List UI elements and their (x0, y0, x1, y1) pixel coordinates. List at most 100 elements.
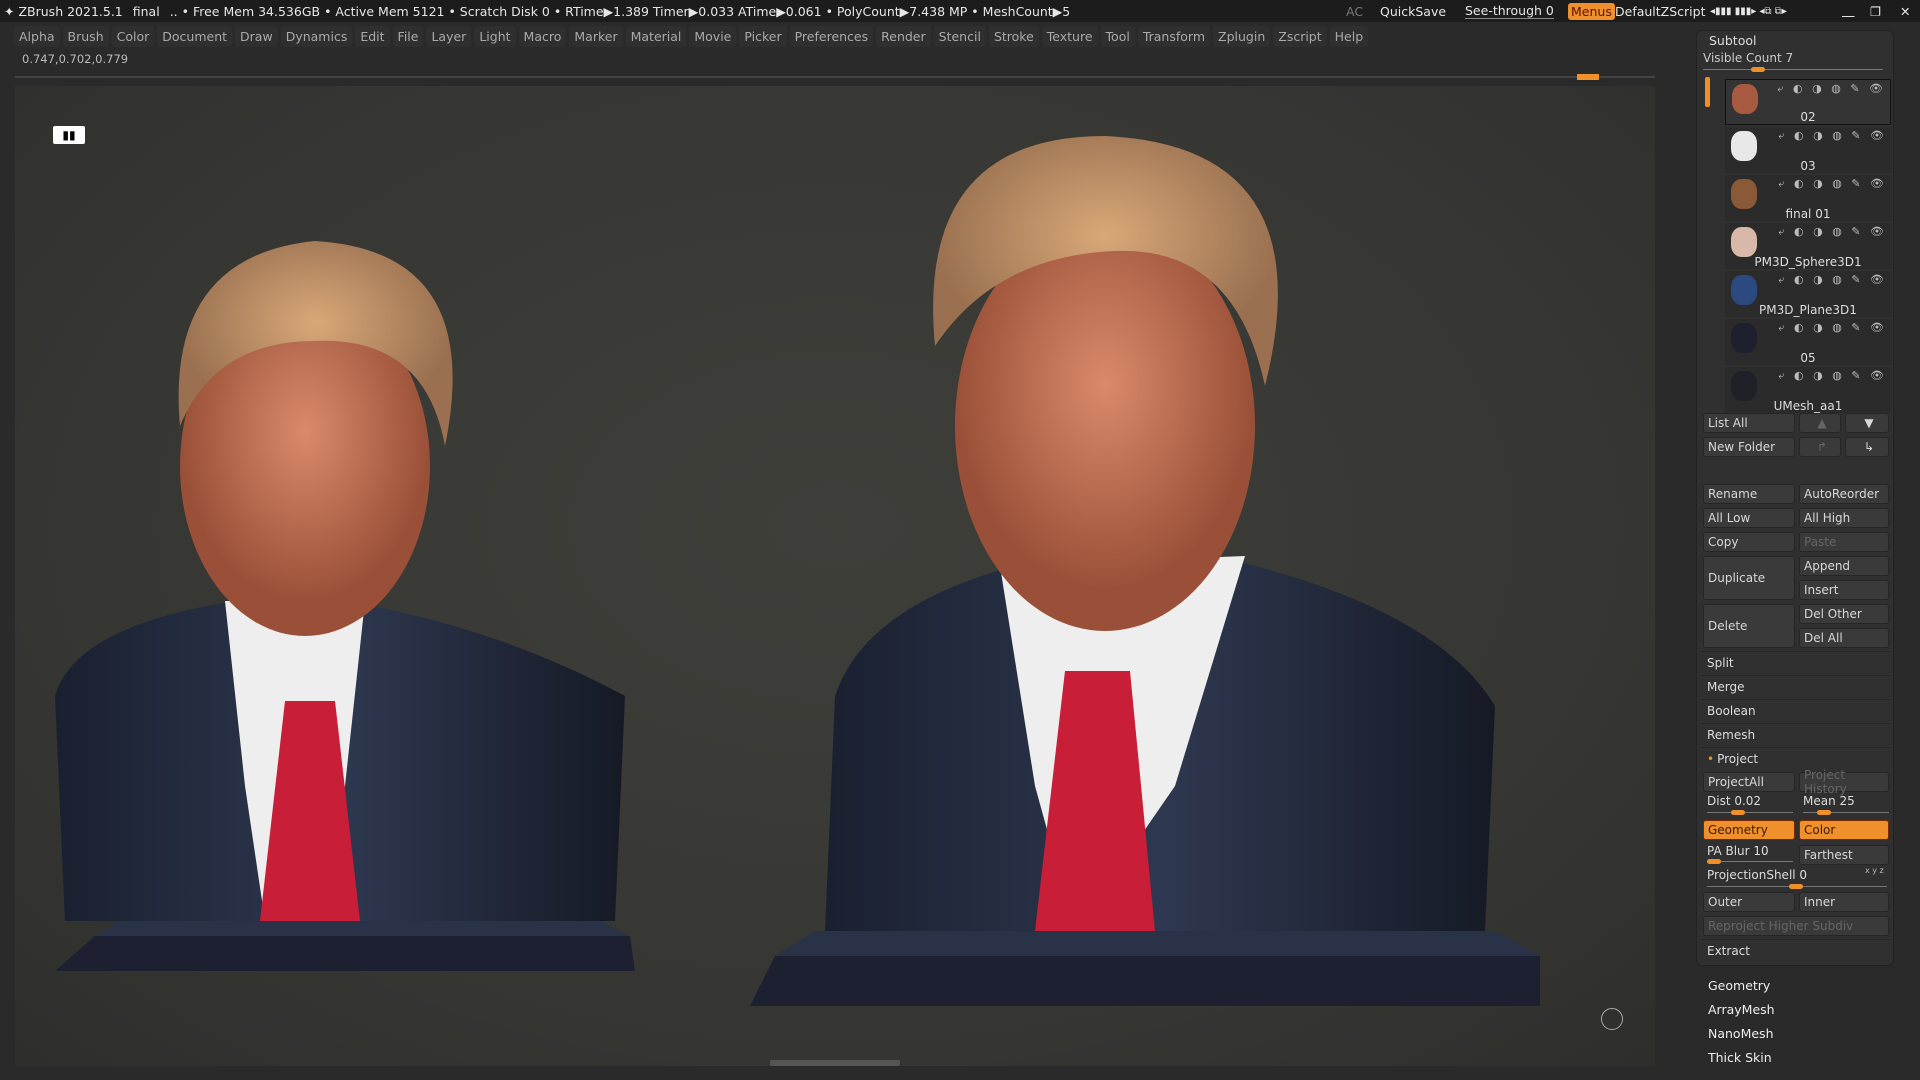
autoreorder-button[interactable]: AutoReorder (1799, 484, 1889, 504)
menu-picker[interactable]: Picker (739, 25, 787, 47)
move-into-folder-icon[interactable]: ↳ (1845, 437, 1889, 457)
subtool-item[interactable]: ⤶ ◐ ◑ ◍ ✎ 👁 PM3D_Sphere3D1 (1725, 223, 1891, 269)
menu-light[interactable]: Light (474, 25, 516, 47)
del-all-button[interactable]: Del All (1799, 628, 1889, 648)
menu-edit[interactable]: Edit (355, 25, 390, 47)
all-low-button[interactable]: All Low (1703, 508, 1795, 528)
arrow-up-icon[interactable]: ▲ (1799, 413, 1841, 433)
menu-transform[interactable]: Transform (1137, 25, 1211, 47)
layout-arrows-icon[interactable]: ◂▮▮▮ ▮▮▮▸ ◂⧉ ⧉▸ (1710, 6, 1787, 17)
all-high-button[interactable]: All High (1799, 508, 1889, 528)
menu-stroke[interactable]: Stroke (988, 25, 1039, 47)
paste-button[interactable]: Paste (1799, 532, 1889, 552)
dist-slider[interactable]: Dist 0.02 (1707, 794, 1761, 808)
subtool-palette: Subtool Visible Count 7 ⤶ ◐ ◑ ◍ ✎ 👁 02 ⤶ ◐… (1696, 30, 1894, 966)
move-folder-icon[interactable]: ↱ (1799, 437, 1841, 457)
duplicate-button[interactable]: Duplicate (1703, 556, 1795, 600)
mean-slider[interactable]: Mean 25 (1803, 794, 1855, 808)
menu-stencil[interactable]: Stencil (933, 25, 986, 47)
rename-button[interactable]: Rename (1703, 484, 1795, 504)
split-section[interactable]: Split (1701, 651, 1891, 673)
projection-shell-slider[interactable]: ProjectionShell 0 (1707, 868, 1807, 882)
new-folder-button[interactable]: New Folder (1703, 437, 1795, 457)
menu-draw[interactable]: Draw (235, 25, 278, 47)
delete-button[interactable]: Delete (1703, 604, 1795, 648)
minimize-icon[interactable]: ⎽ (1842, 3, 1855, 19)
merge-section[interactable]: Merge (1701, 675, 1891, 697)
arraymesh-subpalette[interactable]: ArrayMesh (1708, 1002, 1775, 1017)
insert-button[interactable]: Insert (1799, 580, 1889, 600)
outer-button[interactable]: Outer (1703, 892, 1795, 912)
geometry-subpalette[interactable]: Geometry (1708, 978, 1770, 993)
menu-file[interactable]: File (392, 25, 424, 47)
menu-zplugin[interactable]: Zplugin (1213, 25, 1271, 47)
subtool-item[interactable]: ⤶ ◐ ◑ ◍ ✎ 👁 final 01 (1725, 175, 1891, 221)
subtool-item[interactable]: ⤶ ◐ ◑ ◍ ✎ 👁 PM3D_Plane3D1 (1725, 271, 1891, 317)
menu-movie[interactable]: Movie (689, 25, 737, 47)
subtool-name: PM3D_Sphere3D1 (1754, 255, 1862, 269)
bust-left (55, 241, 635, 971)
extract-section[interactable]: Extract (1701, 939, 1891, 961)
default-zscript-button[interactable]: DefaultZScript (1615, 4, 1706, 19)
close-icon[interactable]: ✕ (1900, 4, 1910, 19)
visibility-eye-icon[interactable]: ⤶ ◐ ◑ ◍ ✎ 👁 (1778, 321, 1887, 335)
viewport-canvas[interactable]: ▮▮ (15, 86, 1655, 1066)
see-through-slider[interactable]: See-through 0 (1465, 3, 1554, 19)
nanomesh-subpalette[interactable]: NanoMesh (1708, 1026, 1774, 1041)
thick-skin-subpalette[interactable]: Thick Skin (1708, 1050, 1772, 1065)
inner-button[interactable]: Inner (1799, 892, 1889, 912)
menus-toggle[interactable]: Menus (1568, 2, 1615, 20)
visibility-eye-icon[interactable]: ⤶ ◐ ◑ ◍ ✎ 👁 (1778, 177, 1887, 191)
del-other-button[interactable]: Del Other (1799, 604, 1889, 624)
menu-document[interactable]: Document (157, 25, 233, 47)
subtool-item[interactable]: ⤶ ◐ ◑ ◍ ✎ 👁 05 (1725, 319, 1891, 365)
visibility-eye-icon[interactable]: ⤶ ◐ ◑ ◍ ✎ 👁 (1778, 129, 1887, 143)
menu-macro[interactable]: Macro (518, 25, 567, 47)
append-button[interactable]: Append (1799, 556, 1889, 576)
menu-texture[interactable]: Texture (1041, 25, 1098, 47)
restore-icon[interactable]: ❐ (1870, 4, 1881, 19)
project-section[interactable]: • Project (1701, 747, 1891, 769)
projectall-button[interactable]: ProjectAll (1703, 772, 1795, 792)
subtool-thumbnail (1731, 227, 1757, 257)
visibility-eye-icon[interactable]: ⤶ ◐ ◑ ◍ ✎ 👁 (1777, 82, 1886, 96)
menu-render[interactable]: Render (876, 25, 931, 47)
menu-brush[interactable]: Brush (62, 25, 109, 47)
visibility-eye-icon[interactable]: ⤶ ◐ ◑ ◍ ✎ 👁 (1778, 225, 1887, 239)
visible-count-slider[interactable]: Visible Count 7 (1703, 51, 1793, 65)
reproject-higher-subdiv-button[interactable]: Reproject Higher Subdiv (1703, 916, 1889, 936)
menu-color[interactable]: Color (111, 25, 155, 47)
subtool-item[interactable]: ⤶ ◐ ◑ ◍ ✎ 👁 03 (1725, 127, 1891, 173)
list-all-button[interactable]: List All (1703, 413, 1795, 433)
remesh-section[interactable]: Remesh (1701, 723, 1891, 745)
subtool-scrollbar[interactable] (1705, 77, 1710, 107)
copy-button[interactable]: Copy (1703, 532, 1795, 552)
project-history-button[interactable]: Project History (1799, 768, 1889, 796)
quicksave-button[interactable]: QuickSave (1380, 4, 1446, 19)
bottom-shelf-handle[interactable] (770, 1060, 900, 1066)
subtool-name: 02 (1800, 110, 1816, 124)
menu-alpha[interactable]: Alpha (14, 25, 60, 47)
subtool-item[interactable]: ⤶ ◐ ◑ ◍ ✎ 👁 UMesh_aa1 (1725, 367, 1891, 413)
menu-tool[interactable]: Tool (1100, 25, 1135, 47)
xyz-axis-toggle[interactable]: x y z (1865, 866, 1884, 875)
gizmo-icon[interactable] (1601, 1008, 1623, 1030)
menu-layer[interactable]: Layer (426, 25, 472, 47)
menu-preferences[interactable]: Preferences (789, 25, 874, 47)
menu-marker[interactable]: Marker (569, 25, 623, 47)
pa-blur-slider[interactable]: PA Blur 10 (1707, 844, 1769, 858)
visibility-eye-icon[interactable]: ⤶ ◐ ◑ ◍ ✎ 👁 (1778, 273, 1887, 287)
subtool-thumbnail (1731, 179, 1757, 209)
subtool-item[interactable]: ⤶ ◐ ◑ ◍ ✎ 👁 02 (1725, 79, 1891, 125)
boolean-section[interactable]: Boolean (1701, 699, 1891, 721)
visibility-eye-icon[interactable]: ⤶ ◐ ◑ ◍ ✎ 👁 (1778, 369, 1887, 383)
color-toggle[interactable]: Color (1799, 820, 1889, 840)
menu-help[interactable]: Help (1329, 25, 1369, 47)
subtool-title[interactable]: Subtool (1709, 33, 1756, 48)
menu-dynamics[interactable]: Dynamics (280, 25, 353, 47)
geometry-toggle[interactable]: Geometry (1703, 820, 1795, 840)
menu-zscript[interactable]: Zscript (1273, 25, 1327, 47)
menu-material[interactable]: Material (625, 25, 687, 47)
farthest-button[interactable]: Farthest (1799, 845, 1889, 865)
arrow-down-icon[interactable]: ▼ (1845, 413, 1889, 433)
